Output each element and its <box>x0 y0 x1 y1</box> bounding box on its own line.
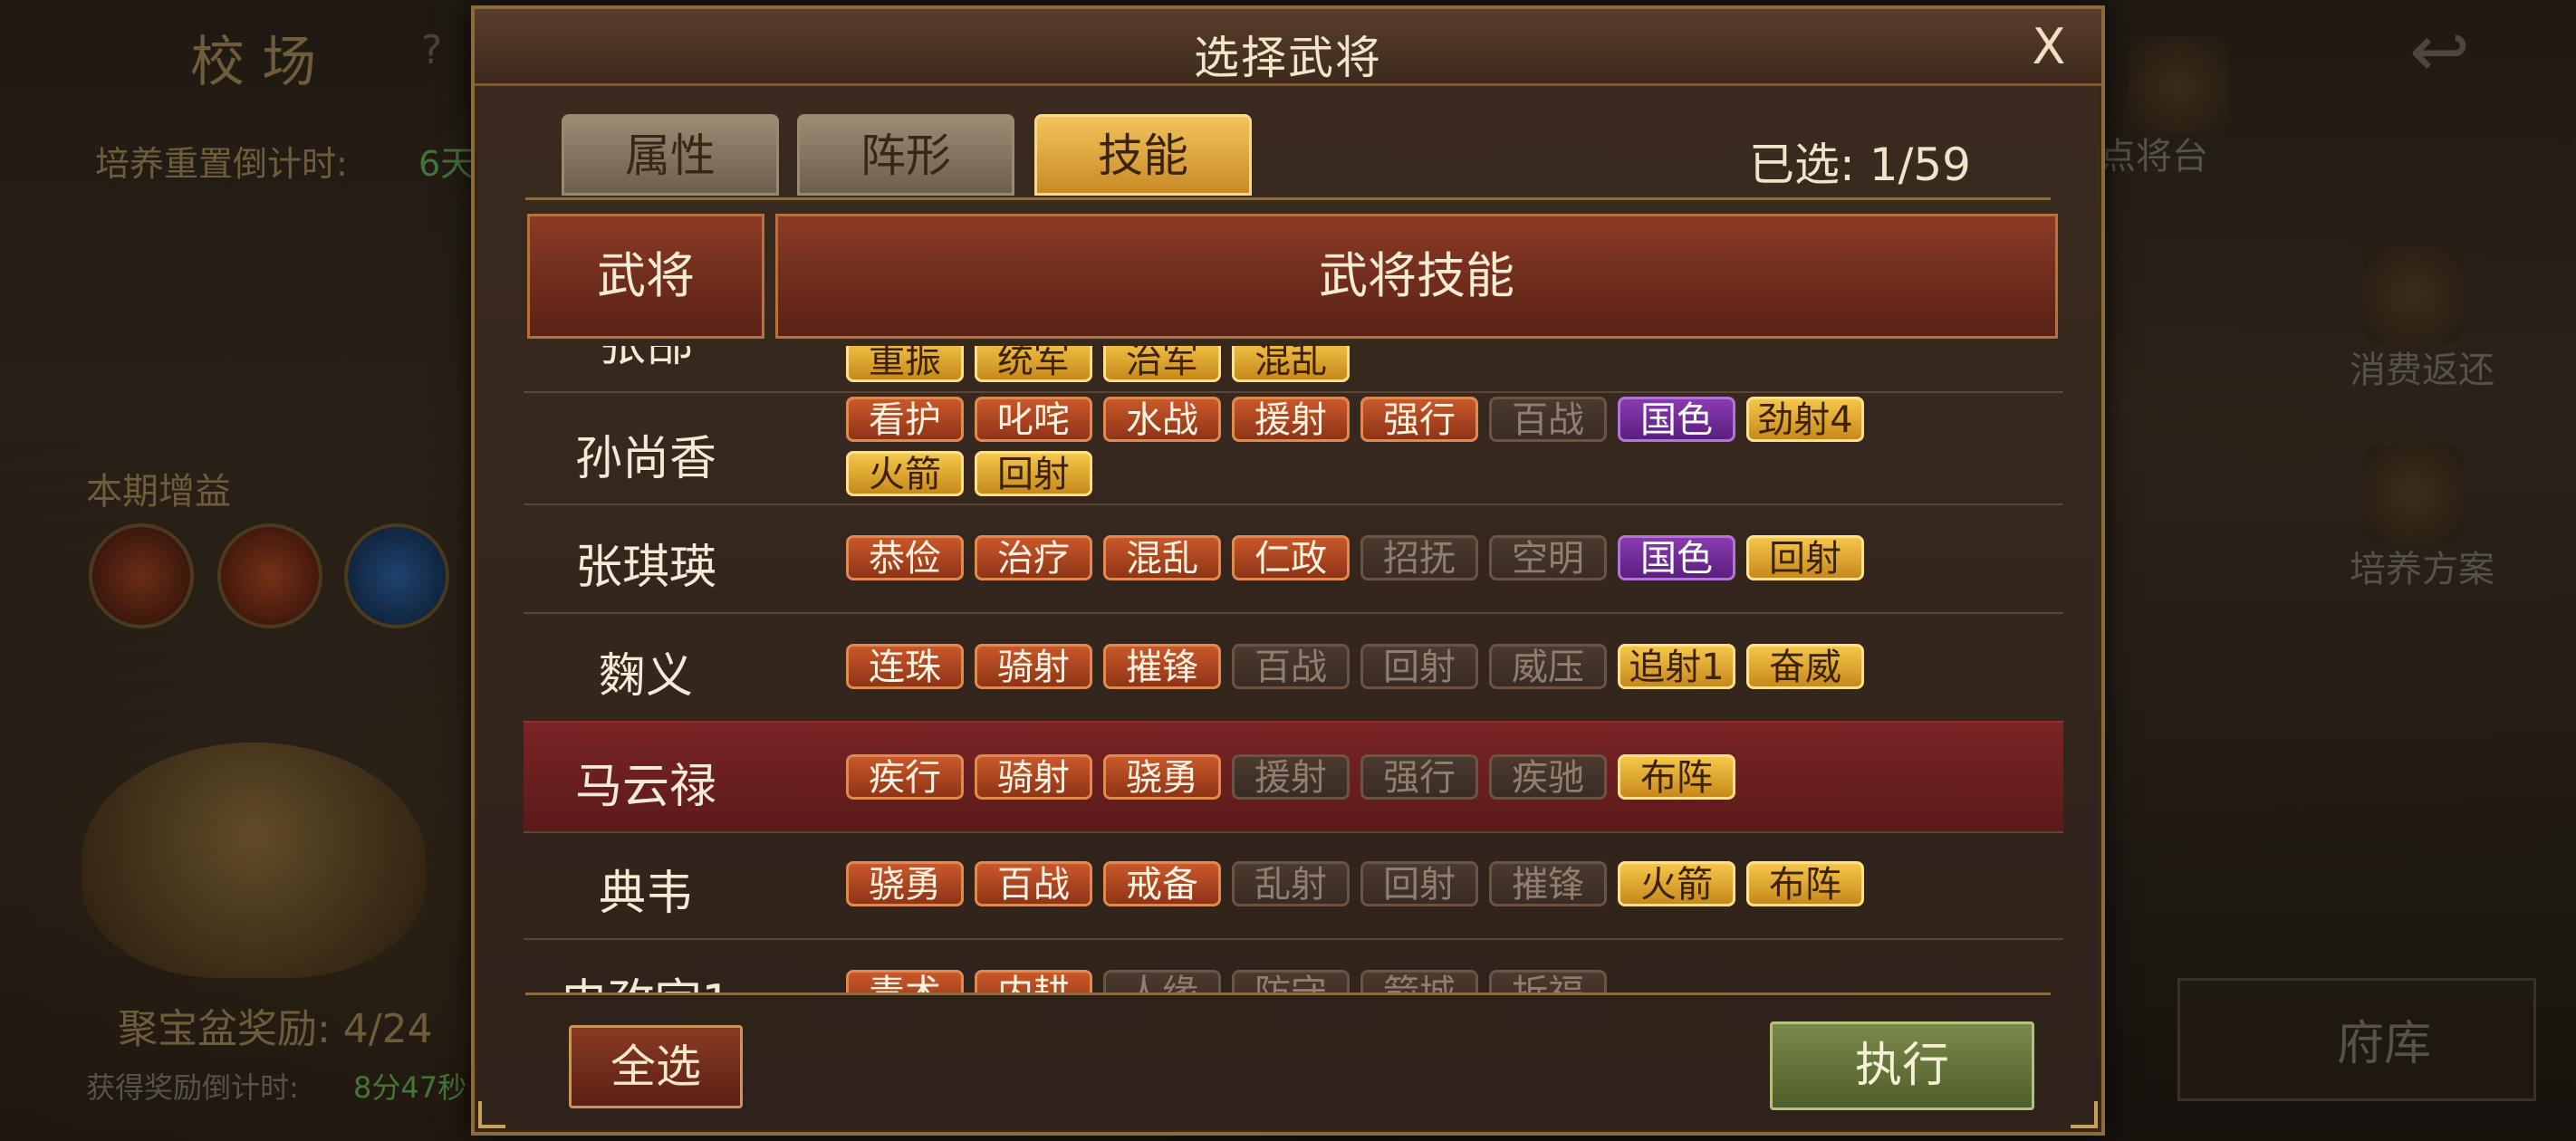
skill-chip[interactable]: 骁勇 <box>846 861 964 906</box>
skill-chip[interactable]: 百战 <box>975 861 1092 906</box>
skill-chip[interactable]: 水战 <box>1103 397 1221 442</box>
skill-chip[interactable]: 布阵 <box>1618 754 1735 800</box>
skill-chip[interactable]: 百战 <box>1232 644 1350 689</box>
skill-chip[interactable]: 强行 <box>1360 754 1478 800</box>
tab-skills[interactable]: 技能 <box>1034 114 1252 196</box>
skill-chip[interactable]: 威压 <box>1489 644 1607 689</box>
skill-chip[interactable]: 疾行 <box>846 754 964 800</box>
dialog-title: 选择武将 <box>1194 32 1382 84</box>
skill-chip[interactable]: 火箭 <box>846 451 964 496</box>
tab-attributes[interactable]: 属性 <box>562 114 779 196</box>
skill-chip[interactable]: 布阵 <box>1746 861 1864 906</box>
divider <box>525 197 2051 200</box>
skill-chip[interactable]: 招抚 <box>1360 535 1478 580</box>
skill-chip[interactable]: 人缘 <box>1103 970 1221 994</box>
skill-chip[interactable]: 强行 <box>1360 397 1478 442</box>
skill-chip[interactable]: 内耕 <box>975 970 1092 994</box>
skill-chip[interactable]: 乱射 <box>1232 861 1350 906</box>
column-header-general: 武将 <box>527 214 764 339</box>
skill-chip[interactable]: 回射 <box>1746 535 1864 580</box>
skill-chip[interactable]: 治军 <box>1103 346 1221 382</box>
execute-button[interactable]: 执行 <box>1770 1021 2034 1110</box>
general-row[interactable]: 张琪瑛 恭俭 治疗 混乱 仁政 招抚 空明 国色 回射 <box>524 503 2063 614</box>
divider <box>525 992 2051 995</box>
skill-chip[interactable]: 折福 <box>1489 970 1607 994</box>
general-name: 孙尚香 <box>574 432 716 486</box>
skill-chip[interactable]: 援射 <box>1232 397 1350 442</box>
skill-chip[interactable]: 混乱 <box>1232 346 1350 382</box>
skill-chip[interactable]: 重振 <box>846 346 964 382</box>
skill-chip[interactable]: 国色 <box>1618 397 1735 442</box>
skill-chip[interactable]: 回射 <box>975 451 1092 496</box>
general-row[interactable]: 马云禄 疾行 骑射 骁勇 援射 强行 疾驰 布阵 <box>524 721 2063 833</box>
skill-chip[interactable]: 毒术 <box>846 970 964 994</box>
select-all-button[interactable]: 全选 <box>569 1025 743 1108</box>
skill-chip[interactable]: 骁勇 <box>1103 754 1221 800</box>
general-row[interactable]: 张郃 重振统军治军混乱 <box>524 346 2063 393</box>
skill-chip[interactable]: 追射1 <box>1618 644 1735 689</box>
selected-count: 已选: 1/59 <box>1748 139 1971 191</box>
skill-chip[interactable]: 统军 <box>975 346 1092 382</box>
skill-chip[interactable]: 回射 <box>1360 861 1478 906</box>
general-row[interactable]: 典韦 骁勇 百战 戒备 乱射 回射 摧锋 火箭 布阵 <box>524 829 2063 940</box>
general-row[interactable]: 麴义 连珠 骑射 摧锋 百战 回射 威压 追射1 奋威 <box>524 612 2063 723</box>
skill-chip[interactable]: 摧锋 <box>1103 644 1221 689</box>
skill-chip[interactable]: 箭城 <box>1360 970 1478 994</box>
skill-chip[interactable]: 摧锋 <box>1489 861 1607 906</box>
tab-formation[interactable]: 阵形 <box>797 114 1014 196</box>
general-row[interactable]: 孙尚香 看护 叱咤 水战 援射 强行 百战 国色 劲射4 火箭 回射 <box>524 395 2063 505</box>
general-name: 张琪瑛 <box>574 541 716 595</box>
skill-chip[interactable]: 疾驰 <box>1489 754 1607 800</box>
corner-ornament <box>2071 1101 2098 1128</box>
skill-chip[interactable]: 火箭 <box>1618 861 1735 906</box>
skill-chip[interactable]: 看护 <box>846 397 964 442</box>
skill-chip[interactable]: 恭俭 <box>846 535 964 580</box>
skill-chip[interactable]: 劲射4 <box>1746 397 1864 442</box>
general-list[interactable]: 张郃重振统军治军混乱孙尚香看护叱咤水战援射强行百战国色劲射4火箭回射张琪瑛恭俭治… <box>524 346 2063 994</box>
general-name: 张郃 <box>524 346 768 374</box>
close-button[interactable]: X <box>2023 22 2074 72</box>
table-header: 武将 武将技能 <box>527 214 2058 339</box>
select-general-dialog: 选择武将 X 属性 阵形 技能 已选: 1/59 武将 武将技能 张郃重振统军治… <box>471 5 2105 1136</box>
skill-chip[interactable]: 治疗 <box>975 535 1092 580</box>
skill-chip[interactable]: 骑射 <box>975 754 1092 800</box>
dialog-title-bar: 选择武将 X <box>475 9 2101 86</box>
skill-chip[interactable]: 国色 <box>1618 535 1735 580</box>
skill-chip[interactable]: 空明 <box>1489 535 1607 580</box>
skill-chip[interactable]: 百战 <box>1489 397 1607 442</box>
skill-chip[interactable]: 连珠 <box>846 644 964 689</box>
general-name: 典韦 <box>598 867 693 921</box>
corner-ornament <box>478 1101 505 1128</box>
skill-chip[interactable]: 援射 <box>1232 754 1350 800</box>
general-name: 麴义 <box>598 649 693 704</box>
skill-chip[interactable]: 奋威 <box>1746 644 1864 689</box>
column-header-skills: 武将技能 <box>775 214 2058 339</box>
general-name: 史孜宗1 <box>524 964 768 994</box>
skill-chip[interactable]: 骑射 <box>975 644 1092 689</box>
skill-chip[interactable]: 防守 <box>1232 970 1350 994</box>
skill-chip[interactable]: 仁政 <box>1232 535 1350 580</box>
general-row[interactable]: 史孜宗1 毒术内耕人缘防守箭城折福 <box>524 938 2063 994</box>
skill-chip[interactable]: 混乱 <box>1103 535 1221 580</box>
skill-chip[interactable]: 叱咤 <box>975 397 1092 442</box>
general-name: 马云禄 <box>574 760 716 814</box>
skill-chip[interactable]: 回射 <box>1360 644 1478 689</box>
skill-chip[interactable]: 戒备 <box>1103 861 1221 906</box>
